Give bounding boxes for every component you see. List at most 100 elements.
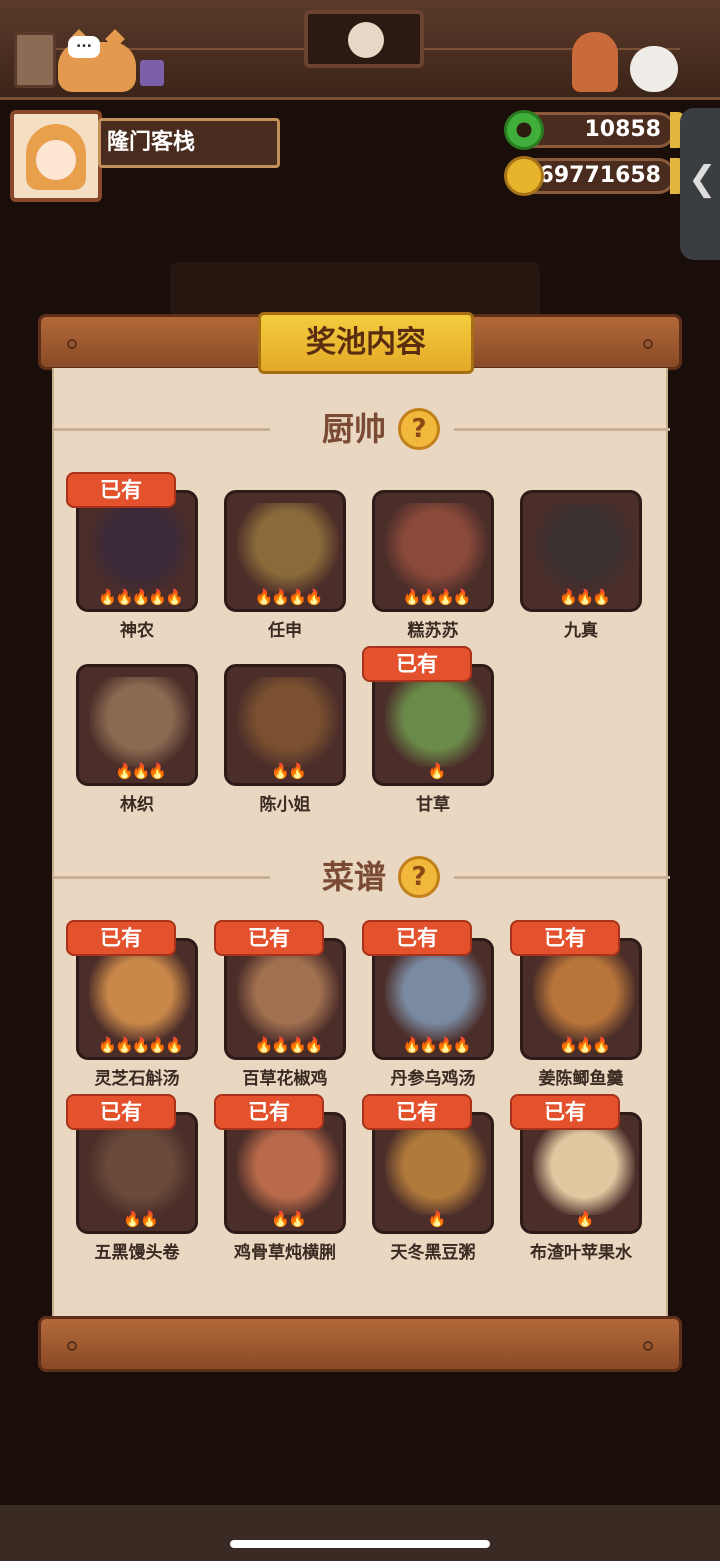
bottom-safe-area (0, 1505, 720, 1561)
recipe-name: 姜陈鲫鱼羹 (538, 1069, 624, 1089)
chef-name: 神农 (120, 621, 154, 641)
flame-icon: 🔥🔥🔥 (114, 762, 167, 780)
divider-line (454, 428, 670, 431)
chef-card-frame: 🔥🔥🔥 (520, 490, 642, 612)
recipe-portrait (385, 951, 487, 1041)
recipe-portrait (89, 951, 191, 1041)
recipe-card-frame: 🔥🔥 (224, 1112, 346, 1234)
scroll-bottom-rod (38, 1316, 682, 1372)
white-cat-decoration (630, 46, 678, 92)
owned-badge: 已有 (510, 920, 620, 956)
top-shelf: ... (0, 0, 720, 100)
prize-pool-panel: 厨帅 ? 🔥🔥🔥🔥🔥 神农 已有 🔥🔥🔥🔥 任申 🔥🔥🔥🔥 糕苏苏 🔥🔥🔥 九真 🔥🔥🔥 林织 🔥🔥 陈… (52, 368, 670, 1316)
chef-portrait (89, 677, 191, 767)
flame-icon: 🔥🔥🔥🔥 (402, 588, 472, 606)
flame-icon: 🔥🔥🔥🔥🔥 (98, 588, 183, 606)
chef-portrait (89, 503, 191, 593)
divider-line (454, 876, 670, 879)
flame-icon: 🔥🔥 (123, 1210, 158, 1228)
chef-name: 任申 (268, 621, 302, 641)
chef-card-frame: 🔥🔥 (224, 664, 346, 786)
wall-frame-decoration (14, 32, 56, 88)
recipe-card-frame: 🔥🔥🔥🔥🔥 (76, 938, 198, 1060)
nail-icon (67, 339, 77, 349)
chef-portrait (385, 677, 487, 767)
recipe-portrait (89, 1125, 191, 1215)
recipe-help-icon[interactable]: ? (398, 856, 440, 898)
owned-badge: 已有 (362, 1094, 472, 1130)
jade-icon (504, 110, 544, 150)
recipe-card-frame: 🔥 (372, 1112, 494, 1234)
home-indicator[interactable] (230, 1540, 490, 1548)
recipe-name: 布渣叶苹果水 (530, 1243, 632, 1263)
recipe-portrait (237, 1125, 339, 1215)
chef-name: 陈小姐 (259, 795, 311, 815)
recipe-card-frame: 🔥🔥🔥🔥 (372, 938, 494, 1060)
recipe-name: 鸡骨草炖横脷 (234, 1243, 336, 1263)
recipe-section-title: 菜谱 (321, 858, 386, 896)
owned-badge: 已有 (214, 920, 324, 956)
coin-icon (504, 156, 544, 196)
side-drawer-tab[interactable]: ❮ (680, 108, 720, 260)
flame-icon: 🔥 (427, 1210, 447, 1228)
flame-icon: 🔥 (575, 1210, 595, 1228)
flame-icon: 🔥🔥🔥🔥 (254, 588, 324, 606)
owned-badge: 已有 (66, 920, 176, 956)
chef-figure-decoration (572, 32, 618, 92)
divider-line (54, 876, 270, 879)
flame-icon: 🔥🔥 (271, 1210, 306, 1228)
portrait-face (348, 22, 384, 58)
chef-card-frame: 🔥🔥🔥🔥 (372, 490, 494, 612)
chef-name: 甘草 (416, 795, 450, 815)
nail-icon (67, 1341, 77, 1351)
flame-icon: 🔥🔥🔥 (558, 1036, 611, 1054)
owned-badge: 已有 (362, 646, 472, 682)
chef-portrait (533, 503, 635, 593)
flame-icon: 🔥🔥🔥 (558, 588, 611, 606)
restaurant-name[interactable]: 隆门客栈 (98, 118, 280, 168)
recipe-card-frame: 🔥🔥 (76, 1112, 198, 1234)
recipe-name: 丹参乌鸡汤 (390, 1069, 476, 1089)
recipe-name: 百草花椒鸡 (242, 1069, 328, 1089)
owned-badge: 已有 (362, 920, 472, 956)
chef-section-title: 厨帅 (321, 410, 386, 448)
chef-card-frame: 🔥🔥🔥🔥🔥 (76, 490, 198, 612)
chef-portrait (237, 503, 339, 593)
chef-card-frame: 🔥 (372, 664, 494, 786)
recipe-portrait (385, 1125, 487, 1215)
flame-icon: 🔥 (427, 762, 447, 780)
divider-line (54, 428, 270, 431)
recipe-card-frame: 🔥 (520, 1112, 642, 1234)
recipe-card-frame: 🔥🔥🔥 (520, 938, 642, 1060)
chevron-left-icon: ❮ (688, 159, 717, 199)
owned-badge: 已有 (66, 472, 176, 508)
recipe-portrait (237, 951, 339, 1041)
background-tabs (170, 262, 540, 318)
nail-icon (643, 339, 653, 349)
book-decoration (140, 60, 164, 86)
nail-icon (643, 1341, 653, 1351)
owned-badge: 已有 (214, 1094, 324, 1130)
recipe-name: 灵芝石斛汤 (94, 1069, 180, 1089)
recipe-card-frame: 🔥🔥🔥🔥 (224, 938, 346, 1060)
recipe-portrait (533, 951, 635, 1041)
flame-icon: 🔥🔥🔥🔥🔥 (98, 1036, 183, 1054)
hanging-portrait[interactable] (304, 10, 424, 68)
player-avatar[interactable] (10, 110, 102, 202)
recipe-portrait (533, 1125, 635, 1215)
recipe-name: 五黑馒头卷 (94, 1243, 180, 1263)
speech-bubble-icon[interactable]: ... (68, 36, 100, 58)
chef-card-frame: 🔥🔥🔥 (76, 664, 198, 786)
chef-help-icon[interactable]: ? (398, 408, 440, 450)
avatar-face (36, 140, 76, 180)
chef-card-frame: 🔥🔥🔥🔥 (224, 490, 346, 612)
owned-badge: 已有 (510, 1094, 620, 1130)
panel-title: 奖池内容 (258, 312, 474, 374)
recipe-section-header: 菜谱 ? (54, 854, 670, 900)
chef-name: 九真 (564, 621, 598, 641)
chef-name: 林织 (120, 795, 154, 815)
flame-icon: 🔥🔥 (271, 762, 306, 780)
owned-badge: 已有 (66, 1094, 176, 1130)
chef-name: 糕苏苏 (407, 621, 459, 641)
flame-icon: 🔥🔥🔥🔥 (402, 1036, 472, 1054)
